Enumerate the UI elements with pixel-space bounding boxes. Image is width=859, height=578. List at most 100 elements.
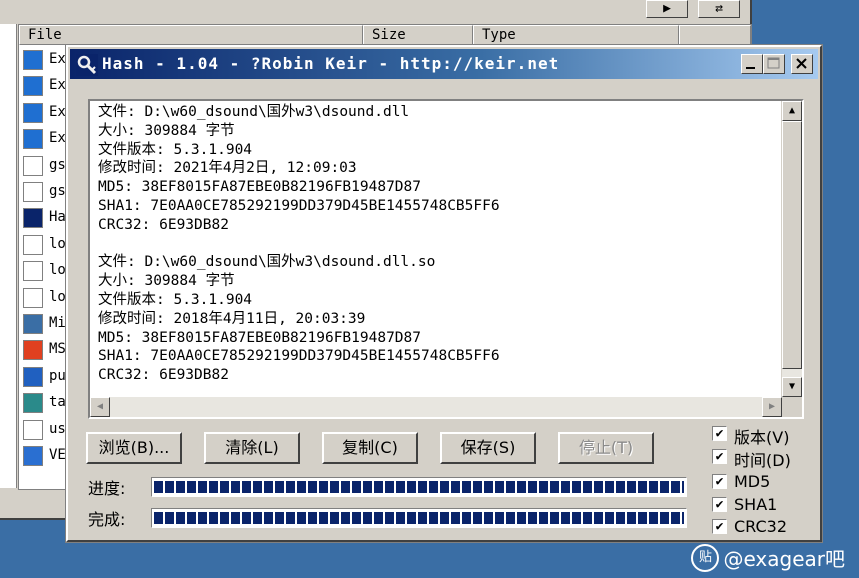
horizontal-scrollbar[interactable]: ◀ ▶	[90, 397, 782, 417]
file-name: MS	[49, 341, 66, 358]
progress-label: 进度:	[88, 479, 126, 498]
file-icon	[23, 76, 43, 97]
stop-button[interactable]: 停止(T)	[558, 432, 654, 464]
checkbox-md5[interactable]: ✔ MD5	[712, 472, 822, 494]
watermark: 贴 @exagear吧	[691, 543, 845, 572]
checkbox-label: SHA1	[734, 495, 778, 514]
output-line: SHA1: 7E0AA0CE785292199DD379D45BE1455748…	[98, 348, 500, 365]
file-name: VE	[49, 447, 66, 463]
checkbox-check-icon[interactable]: ✔	[712, 497, 727, 512]
output-line: 大小: 309884 字节	[98, 273, 235, 290]
hash-output-text[interactable]: 文件: D:\w60_dsound\国外w3\dsound.dll 大小: 309…	[88, 99, 804, 419]
output-lines: 文件: D:\w60_dsound\国外w3\dsound.dll 大小: 309…	[98, 103, 776, 389]
hash-dialog: Hash - 1.04 - ?Robin Keir - http://keir.…	[65, 44, 823, 543]
checkbox-版本[interactable]: ✔ 版本(V)	[712, 424, 822, 447]
file-icon	[23, 129, 43, 150]
forward-button[interactable]: ▶	[646, 0, 688, 18]
checkbox-时间[interactable]: ✔ 时间(D)	[712, 447, 822, 470]
output-line: CRC32: 6E93DB82	[98, 216, 229, 233]
file-icon	[23, 287, 43, 308]
close-button[interactable]	[791, 54, 813, 74]
progress-bar	[151, 477, 687, 497]
file-name: Ex	[49, 103, 66, 120]
file-list-header: File Size Type	[19, 25, 751, 45]
scroll-thumb[interactable]	[782, 121, 802, 369]
file-name: us	[49, 420, 66, 437]
browse-button[interactable]: 浏览(B)...	[86, 432, 182, 464]
checkbox-sha1[interactable]: ✔ SHA1	[712, 495, 822, 517]
output-line: 修改时间: 2018年4月11日, 20:03:39	[98, 310, 366, 327]
file-name: pu	[49, 367, 66, 384]
scroll-corner	[782, 397, 802, 417]
file-icon	[23, 446, 43, 466]
output-line: 文件版本: 5.3.1.904	[98, 291, 253, 308]
column-type[interactable]: Type	[473, 25, 679, 45]
file-name: lo	[49, 235, 66, 252]
done-bar	[151, 508, 687, 528]
done-bar-fill	[154, 512, 684, 524]
file-name: ta	[49, 394, 66, 411]
close-icon	[796, 58, 807, 69]
column-size[interactable]: Size	[363, 25, 473, 45]
file-icon	[23, 340, 43, 361]
checkbox-crc32[interactable]: ✔ CRC32	[712, 517, 822, 539]
column-spacer	[679, 25, 751, 45]
checkbox-check-icon[interactable]: ✔	[712, 426, 727, 441]
scroll-down-button[interactable]: ▼	[782, 377, 802, 397]
checkbox-check-icon[interactable]: ✔	[712, 474, 727, 489]
tree-pane	[0, 24, 17, 488]
maximize-icon	[767, 57, 780, 69]
done-label: 完成:	[88, 510, 126, 529]
file-icon	[23, 393, 43, 414]
checkbox-check-icon[interactable]: ✔	[712, 519, 727, 534]
file-icon	[23, 182, 43, 202]
file-icon	[23, 208, 43, 229]
save-button[interactable]: 保存(S)	[440, 432, 536, 464]
output-line: MD5: 38EF8015FA87EBE0B82196FB19487D87	[98, 329, 422, 346]
checkbox-label: CRC32	[734, 517, 788, 536]
file-name: Ex	[49, 77, 66, 94]
file-icon	[23, 261, 43, 282]
window-title: Hash - 1.04 - ?Robin Keir - http://keir.…	[102, 54, 560, 73]
copy-button[interactable]: 复制(C)	[322, 432, 418, 464]
checkbox-check-icon[interactable]: ✔	[712, 449, 727, 464]
minimize-button[interactable]	[741, 54, 763, 74]
output-line: SHA1: 7E0AA0CE785292199DD379D45BE1455748…	[98, 197, 500, 214]
background-toolbar: ▶ ⇄	[0, 0, 750, 18]
file-icon	[23, 366, 43, 387]
file-name: Mi	[49, 315, 66, 331]
tieba-icon: 贴	[691, 543, 720, 572]
output-line: 文件版本: 5.3.1.904	[98, 141, 253, 158]
watermark-text: @exagear吧	[723, 547, 845, 571]
file-icon	[23, 419, 43, 440]
title-bar[interactable]: Hash - 1.04 - ?Robin Keir - http://keir.…	[70, 49, 818, 79]
minimize-icon	[746, 67, 755, 69]
file-name: Ha	[49, 209, 66, 226]
vertical-scrollbar[interactable]: ▲ ▼	[781, 101, 802, 397]
checkbox-label: MD5	[734, 472, 771, 491]
progress-bar-fill	[154, 481, 684, 493]
hash-app-icon	[76, 54, 98, 76]
file-icon	[23, 314, 43, 334]
maximize-button[interactable]	[763, 54, 785, 74]
file-icon	[23, 50, 43, 70]
file-name: Ex	[49, 51, 66, 67]
scroll-up-button[interactable]: ▲	[782, 101, 802, 121]
output-line: 大小: 309884 字节	[98, 122, 235, 139]
file-icon	[23, 155, 43, 176]
clear-button[interactable]: 清除(L)	[204, 432, 300, 464]
checkbox-label: 版本(V)	[734, 428, 790, 447]
output-line: 修改时间: 2021年4月2日, 12:09:03	[98, 160, 357, 177]
file-name: lo	[49, 288, 66, 305]
scroll-left-button[interactable]: ◀	[90, 397, 110, 417]
output-line: MD5: 38EF8015FA87EBE0B82196FB19487D87	[98, 179, 422, 196]
output-line: 文件: D:\w60_dsound\国外w3\dsound.dll.so	[98, 254, 436, 271]
output-line: CRC32: 6E93DB82	[98, 367, 229, 384]
checkbox-label: 时间(D)	[734, 451, 791, 470]
file-name: Ex	[49, 130, 66, 147]
file-icon	[23, 102, 43, 123]
swap-button[interactable]: ⇄	[698, 0, 740, 18]
column-file[interactable]: File	[19, 25, 363, 45]
scroll-right-button[interactable]: ▶	[762, 397, 782, 417]
